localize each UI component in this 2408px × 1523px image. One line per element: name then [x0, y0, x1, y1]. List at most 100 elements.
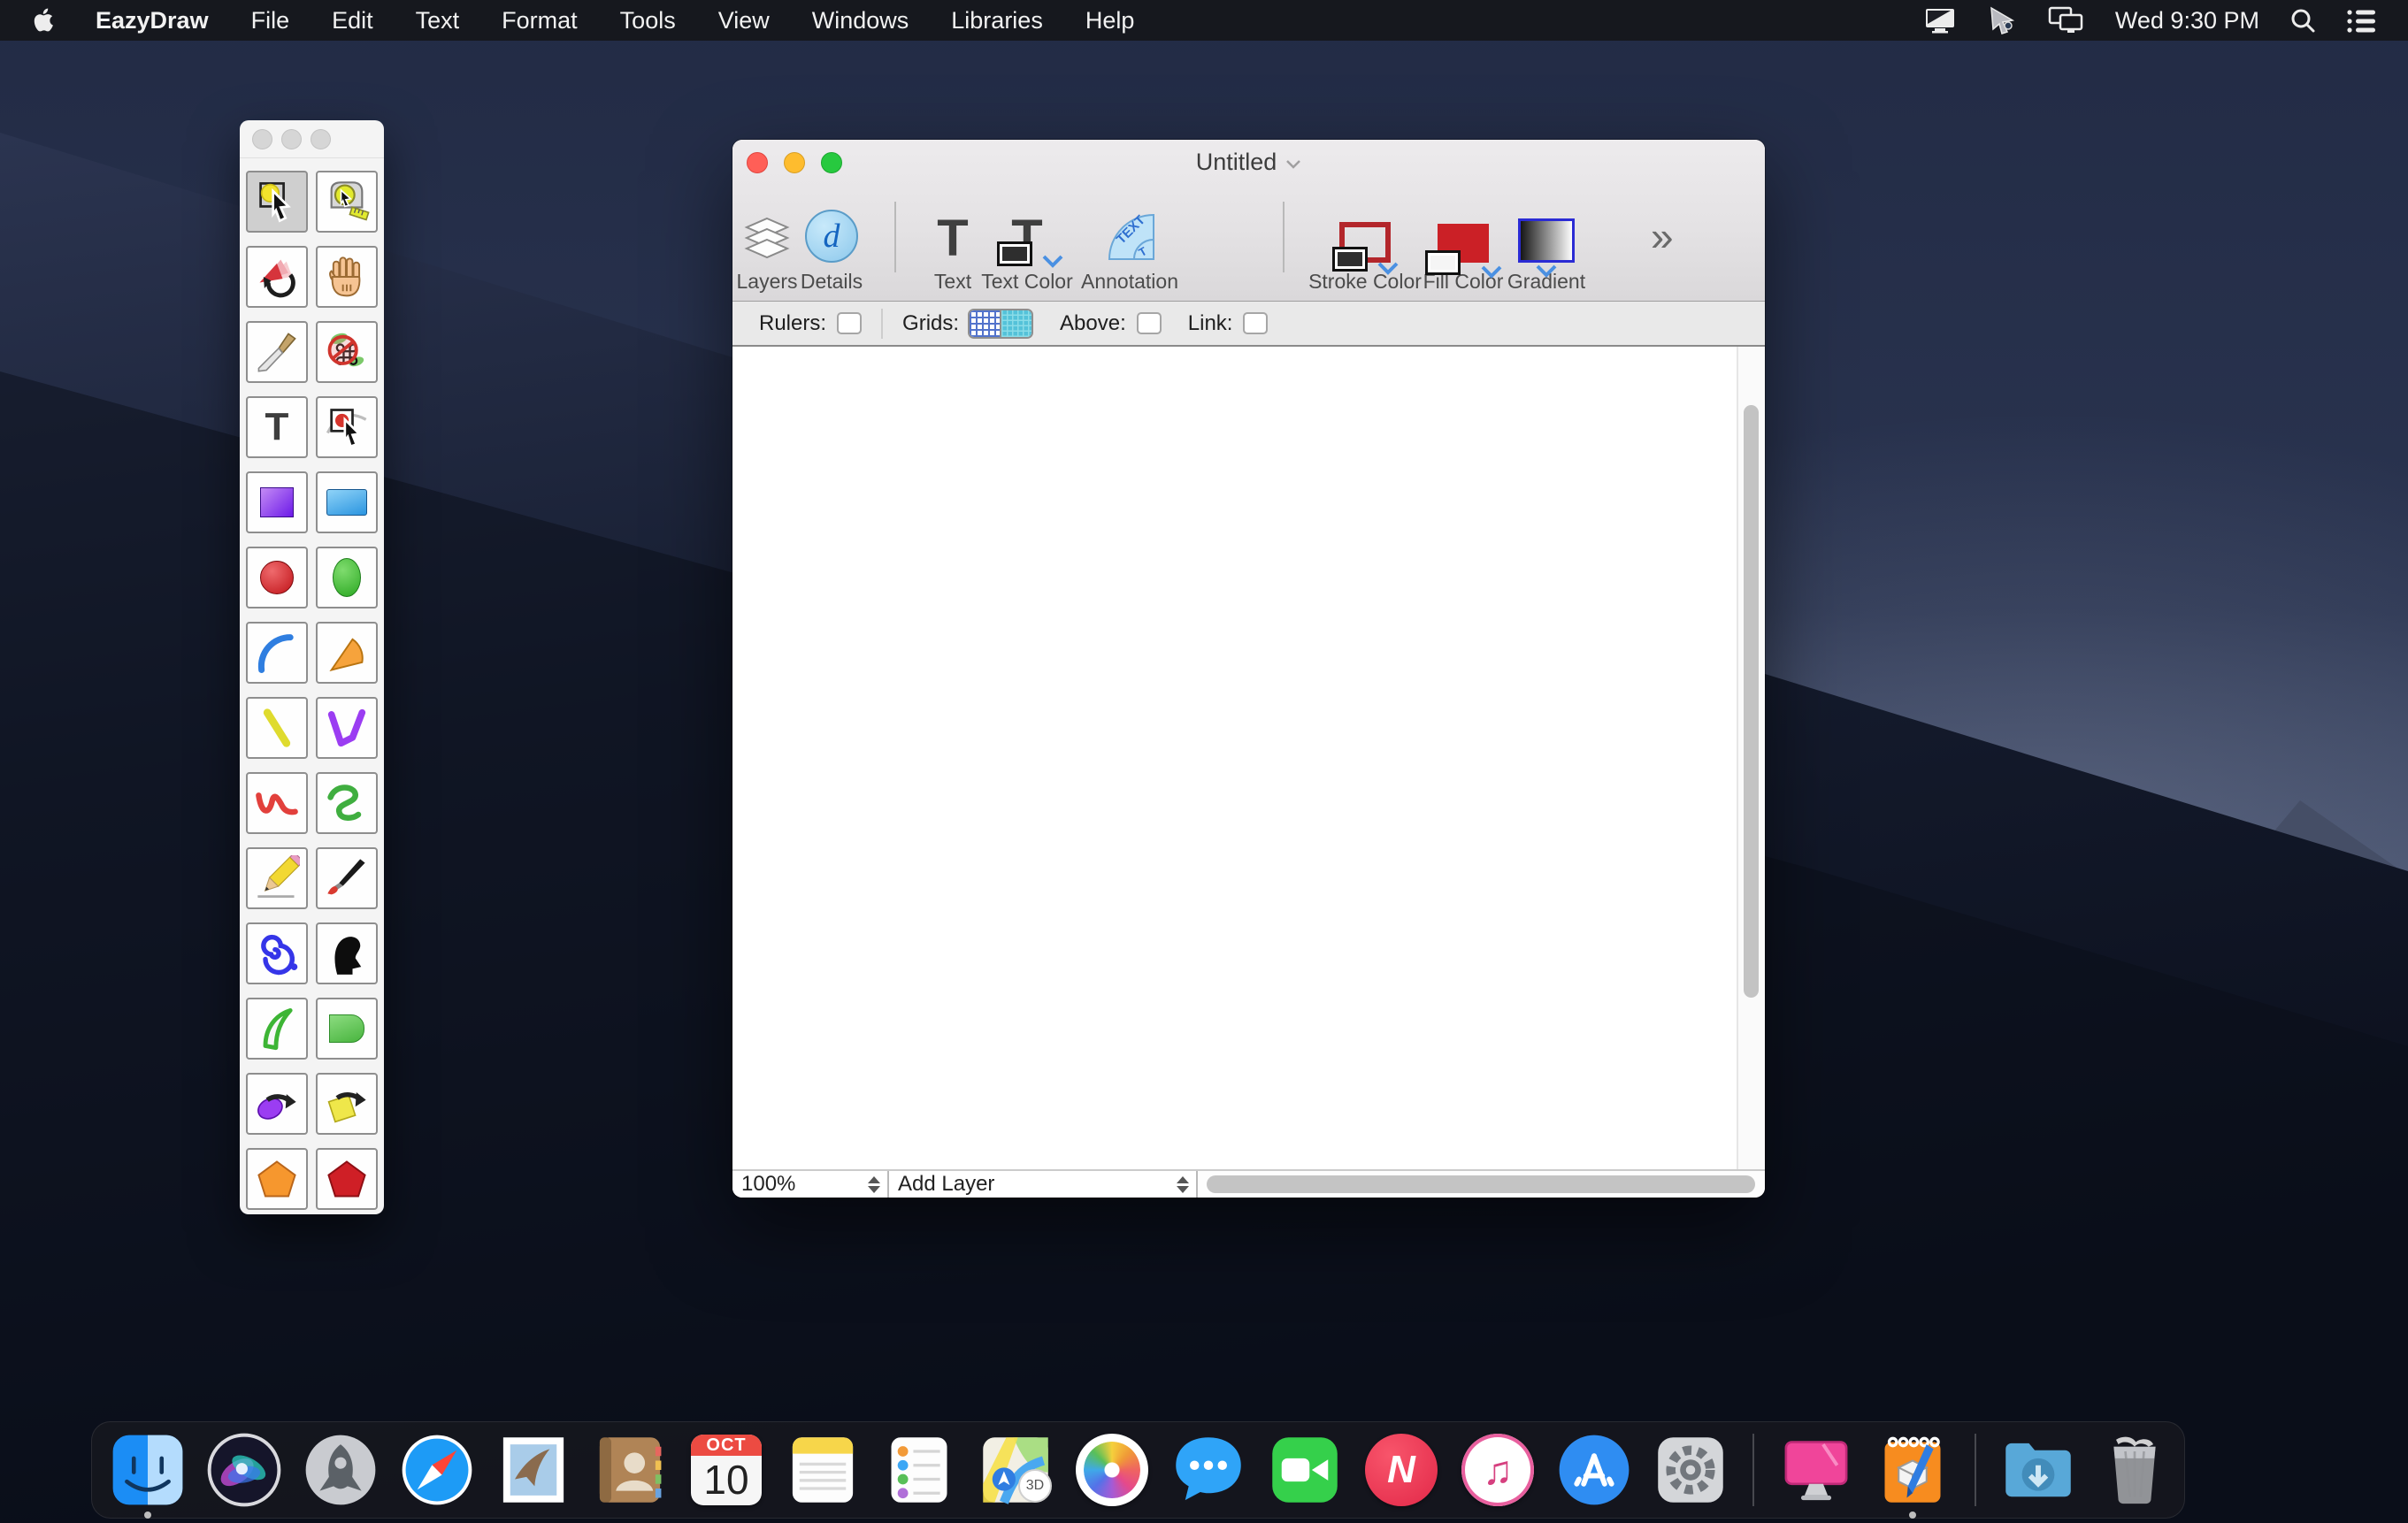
link-checkbox[interactable]: [1243, 312, 1268, 334]
dock-maps-icon[interactable]: 3D: [978, 1432, 1054, 1508]
tool-circle-button[interactable]: [246, 547, 308, 608]
dock-downloads-icon[interactable]: [2000, 1432, 2076, 1508]
dock-safari-icon[interactable]: [399, 1432, 475, 1508]
toolbar-fill-color-button[interactable]: Fill Color: [1419, 195, 1507, 294]
dock-finder-icon[interactable]: [110, 1432, 186, 1508]
pentagon-red-icon: [324, 1156, 370, 1202]
tool-capsule-button[interactable]: [316, 998, 378, 1060]
tool-freehand-button[interactable]: [316, 772, 378, 834]
grid-fill-button[interactable]: [1000, 310, 1031, 337]
window-titlebar[interactable]: Untitled Layers d Details T Text T: [732, 140, 1765, 302]
stepper-arrows-icon[interactable]: [1177, 1176, 1189, 1193]
tool-undo-fan-button[interactable]: [246, 246, 308, 308]
menu-file[interactable]: File: [230, 0, 311, 41]
menu-edit[interactable]: Edit: [311, 0, 395, 41]
select-icon: [254, 179, 300, 225]
tool-rounded-rectangle-button[interactable]: [316, 471, 378, 533]
menu-view[interactable]: View: [697, 0, 791, 41]
menu-text[interactable]: Text: [395, 0, 481, 41]
toolbar-text-color-button[interactable]: T Text Color: [978, 195, 1076, 294]
palette-zoom-button[interactable]: [311, 129, 331, 149]
menu-app-name[interactable]: EazyDraw: [96, 0, 230, 41]
tool-select-button[interactable]: [246, 171, 308, 233]
horizontal-scrollbar[interactable]: [1198, 1171, 1765, 1198]
dock-cleanmymac-icon[interactable]: [1778, 1432, 1854, 1508]
pie-wedge-icon: [324, 630, 370, 676]
tool-silhouette-button[interactable]: [316, 922, 378, 984]
vertical-scrollbar[interactable]: [1737, 347, 1765, 1169]
palette-minimize-button[interactable]: [281, 129, 302, 149]
stepper-arrows-icon[interactable]: [868, 1176, 880, 1193]
zoom-stepper[interactable]: 100%: [732, 1171, 889, 1198]
dock-messages-icon[interactable]: [1170, 1432, 1246, 1508]
drawing-canvas[interactable]: [732, 347, 1765, 1169]
displays-icon[interactable]: [2048, 6, 2085, 34]
remote-pointer-icon[interactable]: [1988, 6, 2018, 34]
dock-system-preferences-icon[interactable]: [1653, 1432, 1729, 1508]
tool-curve-button[interactable]: [246, 772, 308, 834]
spotlight-icon[interactable]: [2289, 7, 2316, 34]
dock-eazydraw-icon[interactable]: [1875, 1432, 1951, 1508]
dock-news-icon[interactable]: N: [1363, 1432, 1439, 1508]
menu-format[interactable]: Format: [480, 0, 599, 41]
tool-pentagon-orange-button[interactable]: [246, 1148, 308, 1210]
calendar-month: OCT: [691, 1435, 762, 1456]
dock-notes-icon[interactable]: [785, 1432, 861, 1508]
tool-crescent-button[interactable]: [246, 998, 308, 1060]
notification-center-icon[interactable]: [2346, 8, 2376, 33]
toolbar-annotation-button[interactable]: TEXT T Annotation: [1077, 195, 1182, 294]
dock-photos-icon[interactable]: [1074, 1432, 1150, 1508]
vertical-scrollbar-thumb[interactable]: [1744, 405, 1759, 998]
tool-rotate-ellipse-button[interactable]: [246, 1073, 308, 1135]
tool-polyline-button[interactable]: [316, 697, 378, 759]
dock-trash-icon[interactable]: [2097, 1432, 2173, 1508]
horizontal-scrollbar-thumb[interactable]: [1207, 1175, 1755, 1193]
menu-clock[interactable]: Wed 9:30 PM: [2115, 7, 2259, 34]
tool-pencil-button[interactable]: [246, 847, 308, 909]
tool-pentagon-red-button[interactable]: [316, 1148, 378, 1210]
grid-lines-button[interactable]: [970, 310, 1000, 337]
dock-launchpad-icon[interactable]: [303, 1432, 379, 1508]
tool-pan-hand-button[interactable]: [316, 246, 378, 308]
tool-knife-button[interactable]: [246, 321, 308, 383]
dock-itunes-icon[interactable]: ♫: [1460, 1432, 1536, 1508]
add-layer-menu[interactable]: Add Layer: [889, 1171, 1198, 1198]
tool-paintbrush-button[interactable]: [316, 847, 378, 909]
dock-reminders-icon[interactable]: [881, 1432, 957, 1508]
tool-palette-titlebar[interactable]: [240, 120, 384, 158]
rulers-checkbox[interactable]: [837, 312, 862, 334]
tool-line-button[interactable]: [246, 697, 308, 759]
tool-text-button[interactable]: T: [246, 396, 308, 458]
tool-ellipse-button[interactable]: [316, 547, 378, 608]
menu-windows[interactable]: Windows: [791, 0, 931, 41]
tool-pie-wedge-button[interactable]: [316, 622, 378, 684]
tool-measure-button[interactable]: [316, 171, 378, 233]
ellipse-icon: [333, 558, 361, 597]
menu-tools[interactable]: Tools: [599, 0, 697, 41]
above-checkbox[interactable]: [1137, 312, 1162, 334]
tool-rectangle-button[interactable]: [246, 471, 308, 533]
toolbar-details-button[interactable]: d Details: [804, 195, 859, 294]
toolbar-text-button[interactable]: T Text: [924, 195, 982, 294]
palette-close-button[interactable]: [252, 129, 272, 149]
tool-arc-button[interactable]: [246, 622, 308, 684]
dock-contacts-icon[interactable]: [592, 1432, 668, 1508]
tool-no-command-button[interactable]: ⌘: [316, 321, 378, 383]
toolbar-layers-button[interactable]: Layers: [740, 195, 794, 294]
menu-libraries[interactable]: Libraries: [930, 0, 1064, 41]
menu-help[interactable]: Help: [1064, 0, 1156, 41]
tool-spiral-button[interactable]: [246, 922, 308, 984]
screen-mirroring-icon[interactable]: [1924, 6, 1958, 34]
dock-siri-icon[interactable]: [206, 1432, 282, 1508]
window-title[interactable]: Untitled: [732, 149, 1765, 176]
toolbar-stroke-color-button[interactable]: Stroke Color: [1308, 195, 1423, 294]
dock-mail-icon[interactable]: [495, 1432, 571, 1508]
apple-menu-icon[interactable]: [34, 7, 60, 34]
dock-facetime-icon[interactable]: [1267, 1432, 1343, 1508]
dock-app-store-icon[interactable]: [1556, 1432, 1632, 1508]
tool-rotate-square-button[interactable]: [316, 1073, 378, 1135]
toolbar-gradient-button[interactable]: Gradient: [1504, 195, 1589, 294]
toolbar-overflow-button[interactable]: »: [1651, 216, 1674, 256]
tool-edit-points-button[interactable]: [316, 396, 378, 458]
dock-calendar-icon[interactable]: OCT10: [688, 1432, 764, 1508]
